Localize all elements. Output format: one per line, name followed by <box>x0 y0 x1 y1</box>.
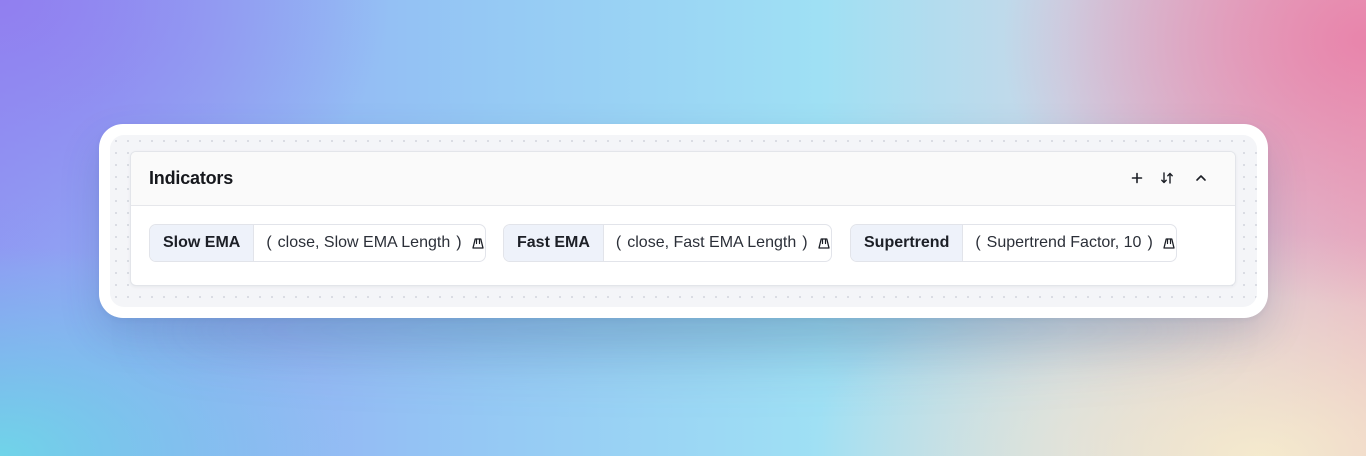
indicator-chip-supertrend[interactable]: Supertrend ( Supertrend Factor, 10 ) <box>850 224 1177 262</box>
open-paren: ( <box>266 234 272 251</box>
indicator-args-text: close, Slow EMA Length <box>277 234 451 251</box>
chevron-up-icon[interactable] <box>1189 166 1213 190</box>
header-actions <box>1125 166 1213 190</box>
indicator-args[interactable]: ( close, Fast EMA Length ) <box>604 225 831 261</box>
sort-icon[interactable] <box>1155 166 1179 190</box>
settings-icon[interactable] <box>817 236 831 250</box>
indicator-args-text: Supertrend Factor, 10 <box>986 234 1142 251</box>
indicator-name: Supertrend <box>851 225 964 261</box>
plus-icon[interactable] <box>1125 166 1149 190</box>
indicator-args[interactable]: ( close, Slow EMA Length ) <box>254 225 485 261</box>
indicator-chip-fast-ema[interactable]: Fast EMA ( close, Fast EMA Length ) <box>503 224 832 262</box>
indicator-name: Fast EMA <box>504 225 604 261</box>
indicator-name: Slow EMA <box>150 225 255 261</box>
indicator-list: Slow EMA ( close, Slow EMA Length ) Fast… <box>131 206 1235 285</box>
indicator-chip-slow-ema[interactable]: Slow EMA ( close, Slow EMA Length ) <box>149 224 486 262</box>
panel-header: Indicators <box>131 152 1235 206</box>
close-paren: ) <box>802 234 808 251</box>
indicators-panel: Indicators Slow EMA (close, Slow EMA Le… <box>130 151 1236 286</box>
dotted-canvas: Indicators Slow EMA (close, Slow EMA Le… <box>110 135 1257 307</box>
panel-title: Indicators <box>149 168 234 188</box>
indicator-args-text: close, Fast EMA Length <box>627 234 797 251</box>
indicators-card: Indicators Slow EMA (close, Slow EMA Le… <box>99 124 1268 318</box>
open-paren: ( <box>615 234 622 251</box>
close-paren: ) <box>1147 234 1153 251</box>
settings-icon[interactable] <box>471 236 485 250</box>
close-paren: ) <box>456 234 462 251</box>
settings-icon[interactable] <box>1162 236 1176 250</box>
open-paren: ( <box>975 234 981 251</box>
indicator-args[interactable]: ( Supertrend Factor, 10 ) <box>963 225 1176 261</box>
